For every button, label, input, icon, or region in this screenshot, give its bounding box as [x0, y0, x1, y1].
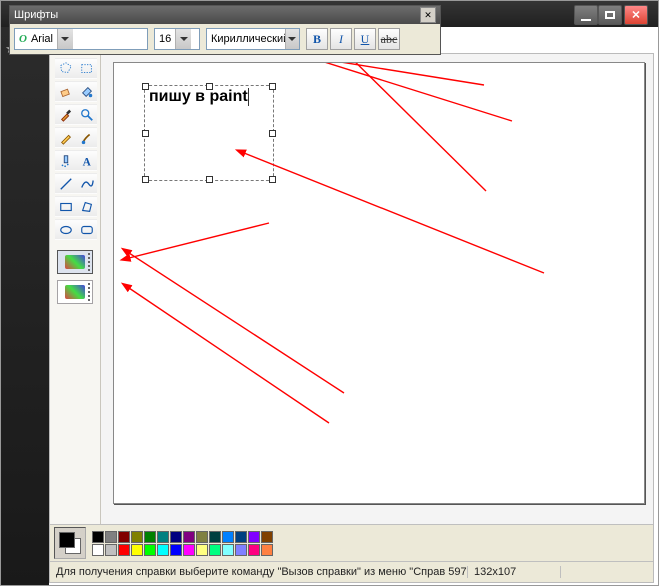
color-swatch[interactable]	[222, 531, 234, 543]
magnify-tool[interactable]	[76, 104, 97, 125]
chevron-down-icon[interactable]	[57, 29, 73, 49]
color-swatch[interactable]	[209, 544, 221, 556]
color-swatch[interactable]	[105, 531, 117, 543]
chevron-down-icon[interactable]	[175, 29, 191, 49]
font-toolbar-body: Arial 16 Кириллический B I U abc	[10, 24, 440, 54]
resize-handle[interactable]	[269, 176, 276, 183]
color-swatch[interactable]	[196, 544, 208, 556]
color-swatch[interactable]	[131, 531, 143, 543]
polygon-tool[interactable]	[76, 196, 97, 217]
resize-handle[interactable]	[206, 83, 213, 90]
resize-handle[interactable]	[206, 176, 213, 183]
screenshot-frame: ★Book Шрифты ✕ Arial 16 Кириллический B …	[0, 0, 659, 586]
line-tool[interactable]	[55, 173, 76, 194]
ellipse-tool[interactable]	[55, 219, 76, 240]
status-bar: Для получения справки выберите команду "…	[50, 561, 653, 582]
resize-handle[interactable]	[142, 176, 149, 183]
pencil-tool[interactable]	[55, 127, 76, 148]
resize-handle[interactable]	[142, 130, 149, 137]
text-transparent-option[interactable]	[57, 280, 93, 304]
airbrush-tool[interactable]	[55, 150, 76, 171]
paint-app: A пишу в paint	[49, 53, 654, 583]
color-swatch[interactable]	[261, 544, 273, 556]
resize-handle[interactable]	[269, 83, 276, 90]
color-swatch[interactable]	[118, 544, 130, 556]
brush-tool[interactable]	[76, 127, 97, 148]
foreground-color-swatch[interactable]	[59, 532, 75, 548]
color-swatch[interactable]	[196, 531, 208, 543]
color-swatch[interactable]	[92, 544, 104, 556]
canvas[interactable]: пишу в paint	[113, 62, 645, 504]
browser-sidebar	[1, 27, 49, 585]
curve-tool[interactable]	[76, 173, 97, 194]
typed-text: пишу в paint	[149, 88, 249, 106]
roundrect-tool[interactable]	[76, 219, 97, 240]
status-help-text: Для получения справки выберите команду "…	[56, 566, 445, 578]
status-size: 132x107	[468, 566, 561, 578]
color-swatch[interactable]	[248, 531, 260, 543]
text-opaque-option[interactable]	[57, 250, 93, 274]
status-coords-inline: 597,199	[448, 566, 468, 578]
color-swatch[interactable]	[92, 531, 104, 543]
color-swatch[interactable]	[131, 544, 143, 556]
eraser-tool[interactable]	[55, 81, 76, 102]
window-minimize-button[interactable]	[574, 5, 598, 25]
rect-select-tool[interactable]	[76, 58, 97, 79]
tool-options	[57, 250, 93, 304]
color-swatch[interactable]	[222, 544, 234, 556]
font-toolbar-title: Шрифты	[14, 9, 58, 21]
color-swatch[interactable]	[235, 544, 247, 556]
italic-button[interactable]: I	[330, 28, 352, 50]
color-swatch[interactable]	[105, 544, 117, 556]
color-swatch[interactable]	[157, 544, 169, 556]
charset-value: Кириллический	[207, 33, 285, 45]
picker-tool[interactable]	[55, 104, 76, 125]
color-swatch[interactable]	[209, 531, 221, 543]
free-select-tool[interactable]	[55, 58, 76, 79]
resize-handle[interactable]	[269, 130, 276, 137]
status-help: Для получения справки выберите команду "…	[50, 566, 468, 578]
window-maximize-button[interactable]	[598, 5, 622, 25]
svg-text:A: A	[82, 156, 91, 168]
color-swatch[interactable]	[261, 531, 273, 543]
font-size-combo[interactable]: 16	[154, 28, 200, 50]
canvas-viewport[interactable]: пишу в paint	[101, 54, 653, 524]
close-icon[interactable]: ✕	[420, 7, 436, 23]
color-swatch[interactable]	[144, 544, 156, 556]
color-swatch[interactable]	[170, 544, 182, 556]
chevron-down-icon[interactable]	[285, 29, 299, 49]
color-swatch[interactable]	[235, 531, 247, 543]
rect-tool[interactable]	[55, 196, 76, 217]
font-toolbar-window[interactable]: Шрифты ✕ Arial 16 Кириллический B I U ab…	[9, 5, 441, 55]
color-swatch[interactable]	[248, 544, 260, 556]
paint-main: A пишу в paint	[50, 54, 653, 524]
font-name-combo[interactable]: Arial	[14, 28, 148, 50]
charset-combo[interactable]: Кириллический	[206, 28, 300, 50]
bold-button[interactable]: B	[306, 28, 328, 50]
resize-handle[interactable]	[142, 83, 149, 90]
font-size-value: 16	[155, 33, 175, 45]
color-swatch[interactable]	[144, 531, 156, 543]
text-tool[interactable]: A	[76, 150, 97, 171]
font-name-value: Arial	[15, 33, 57, 45]
current-colors[interactable]	[54, 527, 86, 559]
color-swatch[interactable]	[183, 544, 195, 556]
underline-button[interactable]: U	[354, 28, 376, 50]
strike-button[interactable]: abc	[378, 28, 400, 50]
font-style-buttons: B I U abc	[306, 28, 400, 50]
color-swatch[interactable]	[183, 531, 195, 543]
toolbox: A	[50, 54, 101, 524]
font-toolbar-titlebar[interactable]: Шрифты ✕	[10, 6, 440, 24]
color-swatch[interactable]	[170, 531, 182, 543]
text-selection-box[interactable]: пишу в paint	[144, 85, 274, 181]
color-palette	[92, 531, 273, 556]
tool-grid: A	[55, 58, 95, 240]
window-close-button[interactable]	[624, 5, 648, 25]
color-swatch[interactable]	[157, 531, 169, 543]
color-palette-row	[50, 524, 653, 561]
fill-tool[interactable]	[76, 81, 97, 102]
color-swatch[interactable]	[118, 531, 130, 543]
